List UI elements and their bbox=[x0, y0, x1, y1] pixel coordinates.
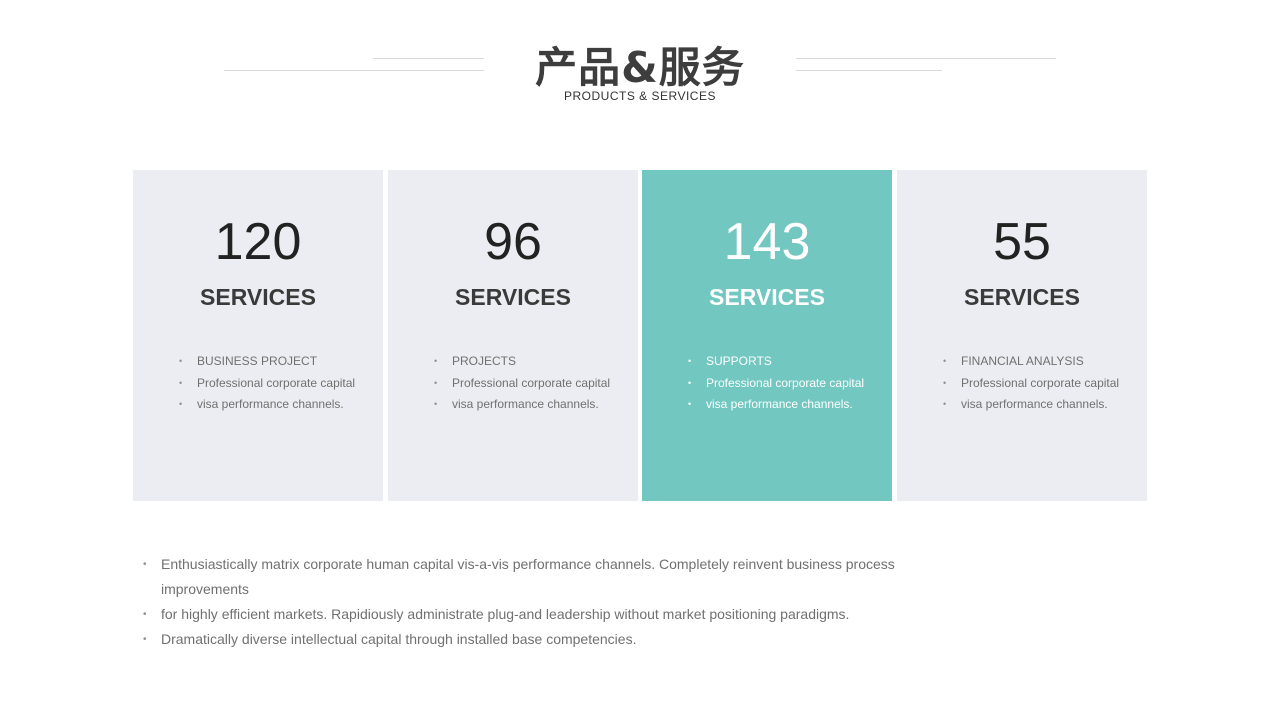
service-count: 120 bbox=[214, 213, 302, 271]
service-count: 143 bbox=[723, 213, 811, 271]
service-count: 96 bbox=[484, 213, 542, 271]
page-title: 产品&服务 bbox=[535, 43, 745, 92]
service-card-1: 120 SERVICES BUSINESS PROJECT Profession… bbox=[133, 170, 383, 501]
service-list: PROJECTS Professional corporate capital … bbox=[434, 351, 624, 416]
list-item: PROJECTS bbox=[434, 351, 624, 373]
list-item: FINANCIAL ANALYSIS bbox=[943, 351, 1133, 373]
service-card-4: 55 SERVICES FINANCIAL ANALYSIS Professio… bbox=[897, 170, 1147, 501]
service-card-2: 96 SERVICES PROJECTS Professional corpor… bbox=[388, 170, 638, 501]
list-item: Professional corporate capital bbox=[434, 373, 624, 395]
service-label: SERVICES bbox=[964, 284, 1080, 310]
description-list: Enthusiastically matrix corporate human … bbox=[143, 552, 923, 652]
service-card-3: 143 SERVICES SUPPORTS Professional corpo… bbox=[642, 170, 892, 501]
service-list: FINANCIAL ANALYSIS Professional corporat… bbox=[943, 351, 1133, 416]
decorative-line bbox=[224, 70, 484, 71]
service-label: SERVICES bbox=[709, 284, 825, 310]
list-item: visa performance channels. bbox=[179, 394, 369, 416]
service-label: SERVICES bbox=[200, 284, 316, 310]
list-item: SUPPORTS bbox=[688, 351, 878, 373]
list-item: visa performance channels. bbox=[434, 394, 624, 416]
decorative-line bbox=[796, 70, 942, 71]
list-item: visa performance channels. bbox=[943, 394, 1133, 416]
service-label: SERVICES bbox=[455, 284, 571, 310]
list-item: visa performance channels. bbox=[688, 394, 878, 416]
service-list: BUSINESS PROJECT Professional corporate … bbox=[179, 351, 369, 416]
decorative-line bbox=[796, 58, 1056, 59]
description-item: Dramatically diverse intellectual capita… bbox=[143, 627, 923, 652]
page-subtitle: PRODUCTS & SERVICES bbox=[564, 89, 716, 103]
description-item: Enthusiastically matrix corporate human … bbox=[143, 552, 923, 602]
service-count: 55 bbox=[993, 213, 1051, 271]
service-list: SUPPORTS Professional corporate capital … bbox=[688, 351, 878, 416]
list-item: Professional corporate capital bbox=[943, 373, 1133, 395]
description-item: for highly efficient markets. Rapidiousl… bbox=[143, 602, 923, 627]
list-item: Professional corporate capital bbox=[179, 373, 369, 395]
list-item: Professional corporate capital bbox=[688, 373, 878, 395]
decorative-line bbox=[373, 58, 484, 59]
list-item: BUSINESS PROJECT bbox=[179, 351, 369, 373]
